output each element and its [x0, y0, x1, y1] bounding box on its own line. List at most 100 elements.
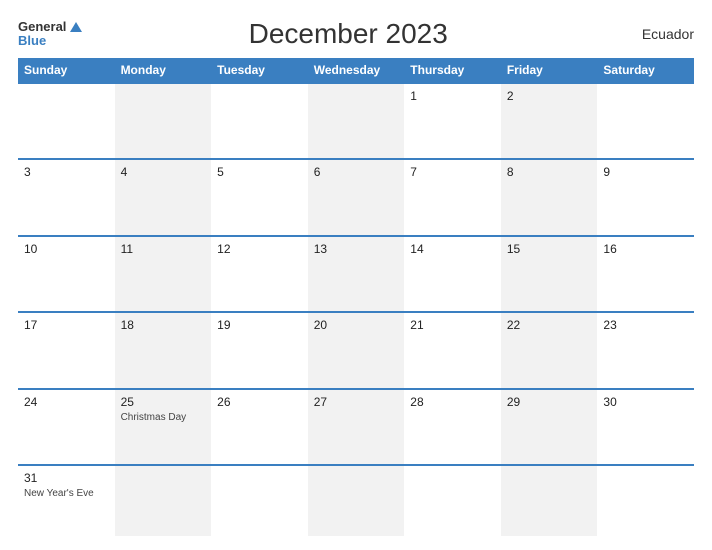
- cell-3-3: 12: [211, 237, 308, 311]
- cell-6-2: [115, 466, 212, 536]
- cal-date: 8: [507, 165, 592, 179]
- month-title: December 2023: [82, 18, 614, 50]
- cal-date: 4: [121, 165, 206, 179]
- cell-1-3: [211, 84, 308, 158]
- cal-date: 9: [603, 165, 688, 179]
- cell-2-6: 8: [501, 160, 598, 234]
- cell-4-4: 20: [308, 313, 405, 387]
- header-monday: Monday: [115, 58, 212, 82]
- cal-date: 18: [121, 318, 206, 332]
- cal-event: Christmas Day: [121, 411, 206, 424]
- cal-date: 15: [507, 242, 592, 256]
- cell-6-3: [211, 466, 308, 536]
- header-thursday: Thursday: [404, 58, 501, 82]
- cell-6-5: [404, 466, 501, 536]
- cell-2-7: 9: [597, 160, 694, 234]
- cal-date: 3: [24, 165, 109, 179]
- cal-date: 14: [410, 242, 495, 256]
- cell-6-7: [597, 466, 694, 536]
- cell-1-2: [115, 84, 212, 158]
- cell-1-6: 2: [501, 84, 598, 158]
- cell-6-1: 31 New Year's Eve: [18, 466, 115, 536]
- cal-date: 12: [217, 242, 302, 256]
- calendar-body: 1234567891011121314151617181920212223242…: [18, 82, 694, 536]
- cell-2-1: 3: [18, 160, 115, 234]
- cell-4-7: 23: [597, 313, 694, 387]
- cell-1-5: 1: [404, 84, 501, 158]
- cal-date: 30: [603, 395, 688, 409]
- cal-date: 1: [410, 89, 495, 103]
- cell-5-6: 29: [501, 390, 598, 464]
- cell-5-4: 27: [308, 390, 405, 464]
- cal-date: 28: [410, 395, 495, 409]
- cal-date: 25: [121, 395, 206, 409]
- cal-date: 21: [410, 318, 495, 332]
- cal-date: 11: [121, 242, 206, 256]
- cell-1-1: [18, 84, 115, 158]
- week-6: 31 New Year's Eve: [18, 464, 694, 536]
- calendar: Sunday Monday Tuesday Wednesday Thursday…: [18, 58, 694, 536]
- cal-date: 26: [217, 395, 302, 409]
- cell-3-2: 11: [115, 237, 212, 311]
- country-label: Ecuador: [614, 26, 694, 42]
- cell-5-7: 30: [597, 390, 694, 464]
- cell-6-6: [501, 466, 598, 536]
- week-3: 10 11 12 13 14 15 16: [18, 235, 694, 311]
- cell-4-5: 21: [404, 313, 501, 387]
- cell-2-3: 5: [211, 160, 308, 234]
- cell-5-5: 28: [404, 390, 501, 464]
- cell-1-7: [597, 84, 694, 158]
- cal-date: 2: [507, 89, 592, 103]
- cal-date: 13: [314, 242, 399, 256]
- cell-5-3: 26: [211, 390, 308, 464]
- header-wednesday: Wednesday: [308, 58, 405, 82]
- cell-3-6: 15: [501, 237, 598, 311]
- cell-1-4: [308, 84, 405, 158]
- cell-5-2: 25 Christmas Day: [115, 390, 212, 464]
- cell-2-4: 6: [308, 160, 405, 234]
- week-1: 12: [18, 82, 694, 158]
- logo-triangle-icon: [70, 22, 82, 32]
- cal-date: 31: [24, 471, 109, 485]
- cell-3-1: 10: [18, 237, 115, 311]
- logo-general-text: General: [18, 20, 66, 34]
- cell-2-5: 7: [404, 160, 501, 234]
- cal-event: New Year's Eve: [24, 487, 109, 500]
- cal-date: 19: [217, 318, 302, 332]
- cal-date: 7: [410, 165, 495, 179]
- header-friday: Friday: [501, 58, 598, 82]
- cal-date: 24: [24, 395, 109, 409]
- cal-date: 5: [217, 165, 302, 179]
- header: General Blue December 2023 Ecuador: [18, 18, 694, 50]
- logo-blue-text: Blue: [18, 34, 82, 48]
- week-4: 17 18 19 20 21 22 23: [18, 311, 694, 387]
- logo: General Blue: [18, 20, 82, 49]
- cal-date: 10: [24, 242, 109, 256]
- cell-4-2: 18: [115, 313, 212, 387]
- cal-date: 27: [314, 395, 399, 409]
- cell-5-1: 24: [18, 390, 115, 464]
- cal-date: 22: [507, 318, 592, 332]
- logo-row: General: [18, 20, 82, 34]
- header-tuesday: Tuesday: [211, 58, 308, 82]
- calendar-page: General Blue December 2023 Ecuador Sunda…: [0, 0, 712, 550]
- cell-3-4: 13: [308, 237, 405, 311]
- cal-date: 6: [314, 165, 399, 179]
- cal-date: 20: [314, 318, 399, 332]
- cell-4-6: 22: [501, 313, 598, 387]
- cell-3-7: 16: [597, 237, 694, 311]
- cal-date: 29: [507, 395, 592, 409]
- cell-3-5: 14: [404, 237, 501, 311]
- cal-date: 23: [603, 318, 688, 332]
- cell-4-1: 17: [18, 313, 115, 387]
- cal-date: 16: [603, 242, 688, 256]
- week-5: 24 25 Christmas Day 26 27 28 29 30: [18, 388, 694, 464]
- header-saturday: Saturday: [597, 58, 694, 82]
- cal-date: 17: [24, 318, 109, 332]
- cell-6-4: [308, 466, 405, 536]
- week-2: 3456789: [18, 158, 694, 234]
- day-headers: Sunday Monday Tuesday Wednesday Thursday…: [18, 58, 694, 82]
- header-sunday: Sunday: [18, 58, 115, 82]
- cell-2-2: 4: [115, 160, 212, 234]
- cell-4-3: 19: [211, 313, 308, 387]
